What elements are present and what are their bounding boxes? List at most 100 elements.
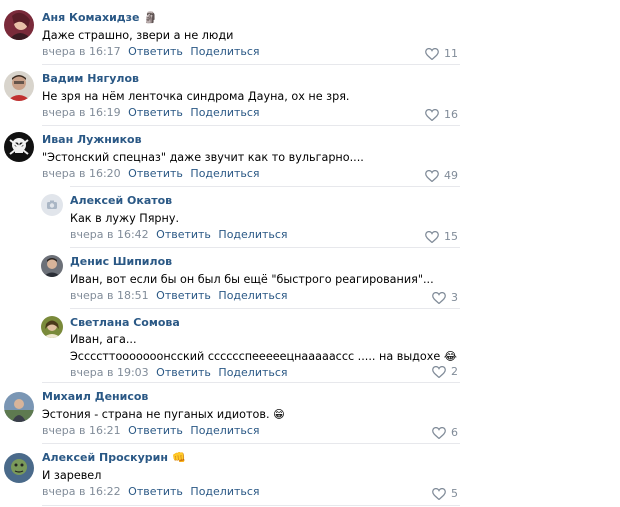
comment-author[interactable]: Михаил Денисов xyxy=(42,389,460,403)
heart-icon xyxy=(432,365,446,378)
comment-date[interactable]: вчера в 16:42 xyxy=(70,228,149,241)
avatar[interactable] xyxy=(41,316,63,338)
reply-item: Светлана Сомова Иван, ага... Эссссттоооо… xyxy=(0,313,460,379)
comment-text: Эссссттооооооонсский сссссспееееецнааааа… xyxy=(70,350,457,363)
share-button[interactable]: Поделиться xyxy=(190,424,259,437)
reply-button[interactable]: Ответить xyxy=(128,424,183,437)
separator xyxy=(70,186,460,187)
comment-meta: вчера в 16:19 Ответить Поделиться xyxy=(42,106,460,120)
like-count: 11 xyxy=(444,47,458,60)
avatar[interactable] xyxy=(4,392,34,422)
separator xyxy=(42,64,460,65)
share-button[interactable]: Поделиться xyxy=(190,106,259,119)
comment-meta: вчера в 16:42 Ответить Поделиться xyxy=(70,228,460,242)
avatar[interactable] xyxy=(41,255,63,277)
comment-item: Михаил Денисов Эстония - страна не пуган… xyxy=(0,387,460,443)
like-button[interactable]: 15 xyxy=(425,230,458,243)
heart-icon xyxy=(432,487,446,500)
share-button[interactable]: Поделиться xyxy=(218,289,287,302)
user-photo-icon xyxy=(4,392,34,422)
heart-icon xyxy=(432,426,446,439)
reply-item: Денис Шипилов Иван, вот если бы он был б… xyxy=(0,252,460,308)
share-button[interactable]: Поделиться xyxy=(218,228,287,241)
separator xyxy=(42,382,460,383)
comment-item: Иван Лужников "Эстонский спецназ" даже з… xyxy=(0,130,460,186)
avatar[interactable] xyxy=(4,10,34,40)
like-button[interactable]: 5 xyxy=(432,487,458,500)
reply-button[interactable]: Ответить xyxy=(156,228,211,241)
comment-date[interactable]: вчера в 16:20 xyxy=(42,167,121,180)
like-count: 16 xyxy=(444,108,458,121)
avatar[interactable] xyxy=(4,71,34,101)
share-button[interactable]: Поделиться xyxy=(218,366,287,379)
separator xyxy=(42,443,460,444)
like-button[interactable]: 11 xyxy=(425,47,458,60)
comment-author[interactable]: Денис Шипилов xyxy=(70,254,460,268)
reply-button[interactable]: Ответить xyxy=(128,167,183,180)
comment-date[interactable]: вчера в 16:17 xyxy=(42,45,121,58)
comment-author[interactable]: Светлана Сомова xyxy=(70,315,460,329)
comment-meta: вчера в 16:22 Ответить Поделиться xyxy=(42,485,460,499)
like-button[interactable]: 6 xyxy=(432,426,458,439)
share-button[interactable]: Поделиться xyxy=(190,485,259,498)
like-button[interactable]: 16 xyxy=(425,108,458,121)
comment-meta: вчера в 16:20 Ответить Поделиться xyxy=(42,167,460,181)
comment-date[interactable]: вчера в 16:21 xyxy=(42,424,121,437)
heart-icon xyxy=(425,47,439,60)
camera-placeholder-icon xyxy=(41,194,63,216)
comment-text: Эстония - страна не пуганых идиотов. 😁 xyxy=(42,408,285,421)
like-count: 15 xyxy=(444,230,458,243)
user-photo-icon xyxy=(4,10,34,40)
avatar[interactable] xyxy=(41,194,63,216)
comment-item: Алексей Проскурин 👊 И заревел вчера в 16:… xyxy=(0,448,460,504)
comment-meta: вчера в 16:21 Ответить Поделиться xyxy=(42,424,460,438)
skull-icon xyxy=(4,132,34,162)
share-button[interactable]: Поделиться xyxy=(190,167,259,180)
like-button[interactable]: 3 xyxy=(432,291,458,304)
comment-date[interactable]: вчера в 18:51 xyxy=(70,289,149,302)
moai-emoji-icon: 🗿 xyxy=(143,10,158,24)
comment-meta: вчера в 19:03 Ответить Поделиться xyxy=(70,366,460,380)
comment-text: Как в лужу Пярну. xyxy=(70,212,180,225)
comment-author[interactable]: Алексей Проскурин 👊 xyxy=(42,450,460,464)
like-count: 2 xyxy=(451,365,458,378)
heart-icon xyxy=(425,169,439,182)
comment-author[interactable]: Иван Лужников xyxy=(42,132,460,146)
comment-meta: вчера в 16:17 Ответить Поделиться xyxy=(42,45,460,59)
share-button[interactable]: Поделиться xyxy=(190,45,259,58)
like-button[interactable]: 49 xyxy=(425,169,458,182)
comment-text: "Эстонский спецназ" даже звучит как то в… xyxy=(42,151,364,164)
reply-button[interactable]: Ответить xyxy=(128,45,183,58)
comment-author[interactable]: Вадим Нягулов xyxy=(42,71,460,85)
like-count: 49 xyxy=(444,169,458,182)
comment-date[interactable]: вчера в 19:03 xyxy=(70,366,149,379)
avatar[interactable] xyxy=(4,132,34,162)
heart-icon xyxy=(425,230,439,243)
separator xyxy=(70,308,460,309)
user-photo-icon xyxy=(4,71,34,101)
comments-feed: Аня Комахидзе 🗿 Даже страшно, звери а не … xyxy=(0,0,620,507)
reply-button[interactable]: Ответить xyxy=(128,485,183,498)
reply-button[interactable]: Ответить xyxy=(156,289,211,302)
comment-item: Аня Комахидзе 🗿 Даже страшно, звери а не … xyxy=(0,8,460,64)
comment-author[interactable]: Аня Комахидзе 🗿 xyxy=(42,10,460,24)
comment-meta: вчера в 18:51 Ответить Поделиться xyxy=(70,289,460,303)
reply-item: Алексей Окатов Как в лужу Пярну. вчера в… xyxy=(0,191,460,247)
comment-date[interactable]: вчера в 16:19 xyxy=(42,106,121,119)
like-count: 6 xyxy=(451,426,458,439)
like-count: 5 xyxy=(451,487,458,500)
separator xyxy=(42,505,460,506)
comment-author[interactable]: Алексей Окатов xyxy=(70,193,460,207)
reply-button[interactable]: Ответить xyxy=(156,366,211,379)
avatar[interactable] xyxy=(4,453,34,483)
user-photo-icon xyxy=(41,255,63,277)
reply-button[interactable]: Ответить xyxy=(128,106,183,119)
comment-date[interactable]: вчера в 16:22 xyxy=(42,485,121,498)
user-photo-icon xyxy=(4,453,34,483)
separator xyxy=(70,247,460,248)
heart-icon xyxy=(432,291,446,304)
like-button[interactable]: 2 xyxy=(432,365,458,378)
separator xyxy=(42,125,460,126)
comment-item: Вадим Нягулов Не зря на нём ленточка син… xyxy=(0,69,460,125)
comment-text: Иван, вот если бы он был бы ещё "быстрог… xyxy=(70,273,434,286)
